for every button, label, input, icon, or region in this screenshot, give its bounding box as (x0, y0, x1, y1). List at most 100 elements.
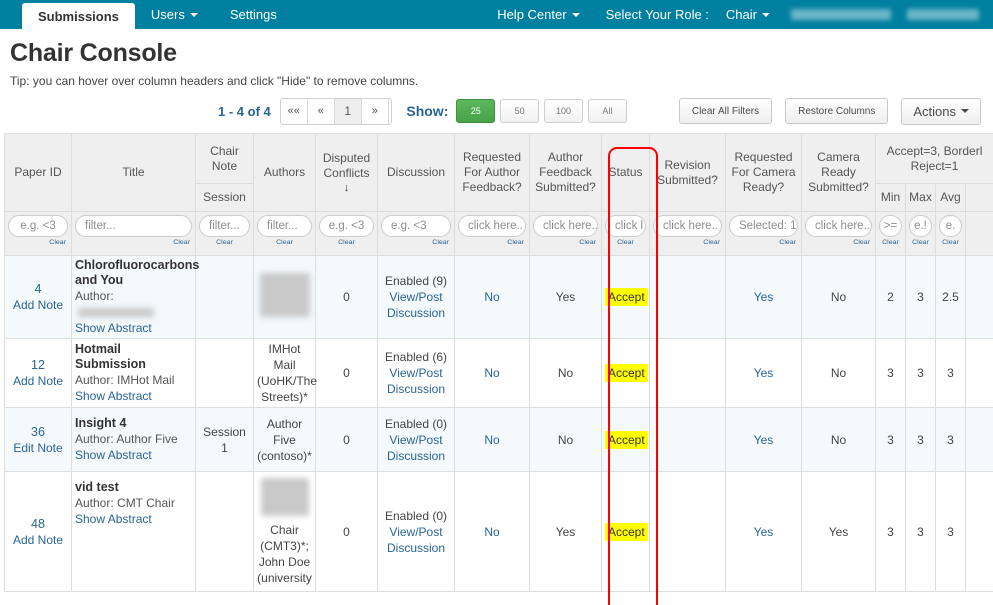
col-header-min[interactable]: Min (876, 184, 906, 212)
col-header-max[interactable]: Max (906, 184, 936, 212)
pager-page-1-button[interactable]: 1 (335, 99, 362, 124)
page-size-50-button[interactable]: 50 (500, 99, 539, 123)
requested-camera-ready-value[interactable]: Yes (754, 433, 774, 447)
requested-camera-ready-value[interactable]: Yes (754, 366, 774, 380)
clear-filter-requested-camera-ready[interactable]: Clear (729, 239, 798, 245)
clear-filter-author-feedback-submitted[interactable]: Clear (533, 239, 598, 245)
filter-input-max[interactable]: e.! (909, 215, 932, 237)
add-note-link[interactable]: Add Note (8, 297, 68, 313)
show-abstract-link[interactable]: Show Abstract (75, 321, 152, 335)
clear-filter-camera-ready-submitted[interactable]: Clear (805, 239, 872, 245)
role-selector[interactable]: Chair (713, 0, 783, 29)
status-badge[interactable]: Accept (605, 431, 648, 449)
pager-prev-button[interactable]: « (308, 99, 335, 124)
col-header-camera-ready-submitted[interactable]: Camera Ready Submitted? (802, 134, 876, 212)
filter-input-status[interactable]: click l (605, 215, 646, 237)
col-header-authors[interactable]: Authors (254, 134, 316, 212)
filter-input-revision-submitted[interactable]: click here.. (653, 215, 722, 237)
col-header-session[interactable]: Session (196, 184, 254, 212)
add-note-link[interactable]: Add Note (8, 532, 68, 548)
col-header-revision-submitted[interactable]: Revision Submitted? (650, 134, 726, 212)
show-abstract-link[interactable]: Show Abstract (75, 512, 152, 526)
view-post-discussion-link[interactable]: View/Post Discussion (387, 290, 445, 320)
requested-author-feedback-value[interactable]: No (484, 433, 499, 447)
requested-author-feedback-value[interactable]: No (484, 525, 499, 539)
cell-chair-note (196, 339, 254, 408)
clear-filter-paper-id[interactable]: Clear (8, 239, 68, 245)
pager-first-button[interactable]: «« (281, 99, 308, 124)
filter-input-title[interactable]: filter... (75, 215, 192, 237)
clear-filter-chair-note[interactable]: Clear (199, 239, 250, 245)
nav-tab-users[interactable]: Users (135, 0, 214, 29)
restore-columns-button[interactable]: Restore Columns (785, 98, 888, 124)
filter-input-authors[interactable]: filter... (257, 215, 312, 237)
clear-filter-max[interactable]: Clear (909, 239, 932, 245)
filter-input-requested-camera-ready[interactable]: Selected: 1 (729, 215, 798, 237)
clear-filter-title[interactable]: Clear (75, 239, 192, 245)
status-badge[interactable]: Accept (605, 288, 648, 306)
col-header-requested-author-feedback[interactable]: Requested For Author Feedback? (455, 134, 530, 212)
clear-filter-authors[interactable]: Clear (257, 239, 312, 245)
requested-author-feedback-value[interactable]: No (484, 290, 499, 304)
filter-cell-paper-id: e.g. <3 Clear (5, 212, 72, 256)
requested-camera-ready-value[interactable]: Yes (754, 290, 774, 304)
filter-input-camera-ready-submitted[interactable]: click here... (805, 215, 872, 237)
clear-filter-requested-author-feedback[interactable]: Clear (458, 239, 526, 245)
show-abstract-link[interactable]: Show Abstract (75, 448, 152, 462)
col-header-avg[interactable]: Avg (936, 184, 966, 212)
discussion-enabled-label: Enabled (0) (381, 508, 451, 524)
clear-filter-status[interactable]: Clear (605, 239, 646, 245)
view-post-discussion-link[interactable]: View/Post Discussion (387, 525, 445, 555)
help-center-menu[interactable]: Help Center (484, 0, 592, 29)
nav-tab-settings[interactable]: Settings (214, 0, 293, 29)
requested-camera-ready-value[interactable]: Yes (754, 525, 774, 539)
col-header-chair-note[interactable]: Chair Note (196, 134, 254, 184)
view-post-discussion-link[interactable]: View/Post Discussion (387, 433, 445, 463)
view-post-discussion-link[interactable]: View/Post Discussion (387, 366, 445, 396)
submission-title: Insight 4 (75, 416, 192, 431)
filter-input-avg[interactable]: e. (939, 215, 962, 237)
show-abstract-link[interactable]: Show Abstract (75, 389, 152, 403)
filter-input-paper-id[interactable]: e.g. <3 (8, 215, 68, 237)
cell-avg: 3 (936, 408, 966, 472)
add-note-link[interactable]: Add Note (8, 373, 68, 389)
nav-tab-submissions[interactable]: Submissions (22, 3, 135, 29)
col-header-paper-id[interactable]: Paper ID (5, 134, 72, 212)
clear-all-filters-button[interactable]: Clear All Filters (679, 98, 772, 124)
filter-input-min[interactable]: >= (879, 215, 902, 237)
edit-note-link[interactable]: Edit Note (8, 440, 68, 456)
col-header-disputed-conflicts[interactable]: Disputed Conflicts ↓ (316, 134, 378, 212)
table-row[interactable]: 48 Add Note vid test Author: CMT Chair S… (5, 472, 993, 592)
col-header-title[interactable]: Title (72, 134, 196, 212)
cell-title: vid test Author: CMT Chair Show Abstract (72, 472, 196, 592)
col-header-status[interactable]: Status (602, 134, 650, 212)
pager-last-button[interactable]: »» (389, 99, 393, 124)
clear-filter-min[interactable]: Clear (879, 239, 902, 245)
actions-menu-button[interactable]: Actions (901, 98, 981, 125)
clear-filter-disputed-conflicts[interactable]: Clear (319, 239, 374, 245)
author-prefix: Author: (75, 289, 114, 303)
clear-filter-avg[interactable]: Clear (939, 239, 962, 245)
col-header-author-feedback-submitted[interactable]: Author Feedback Submitted? (530, 134, 602, 212)
col-header-score-group[interactable]: Accept=3, Borderl Reject=1 (876, 134, 993, 184)
col-header-discussion[interactable]: Discussion (378, 134, 455, 212)
requested-author-feedback-value[interactable]: No (484, 366, 499, 380)
status-badge[interactable]: Accept (605, 364, 648, 382)
filter-input-requested-author-feedback[interactable]: click here.. (458, 215, 526, 237)
clear-filter-revision-submitted[interactable]: Clear (653, 239, 722, 245)
col-header-requested-camera-ready[interactable]: Requested For Camera Ready? (726, 134, 802, 212)
page-size-25-button[interactable]: 25 (456, 99, 495, 123)
filter-input-chair-note[interactable]: filter... (199, 215, 250, 237)
pager-next-button[interactable]: » (362, 99, 389, 124)
table-row[interactable]: 4 Add Note Chlorofluorocarbons and You A… (5, 256, 993, 339)
filter-input-disputed-conflicts[interactable]: e.g. <3 (319, 215, 374, 237)
table-row[interactable]: 12 Add Note Hotmail Submission Author: I… (5, 339, 993, 408)
status-badge[interactable]: Accept (605, 523, 648, 541)
clear-filter-discussion[interactable]: Clear (381, 239, 451, 245)
filter-input-author-feedback-submitted[interactable]: click here.. (533, 215, 598, 237)
filter-input-discussion[interactable]: e.g. <3 (381, 215, 451, 237)
submission-title: Chlorofluorocarbons and You (75, 258, 192, 288)
table-row[interactable]: 36 Edit Note Insight 4 Author: Author Fi… (5, 408, 993, 472)
page-size-100-button[interactable]: 100 (544, 99, 583, 123)
page-size-all-button[interactable]: All (588, 99, 627, 123)
